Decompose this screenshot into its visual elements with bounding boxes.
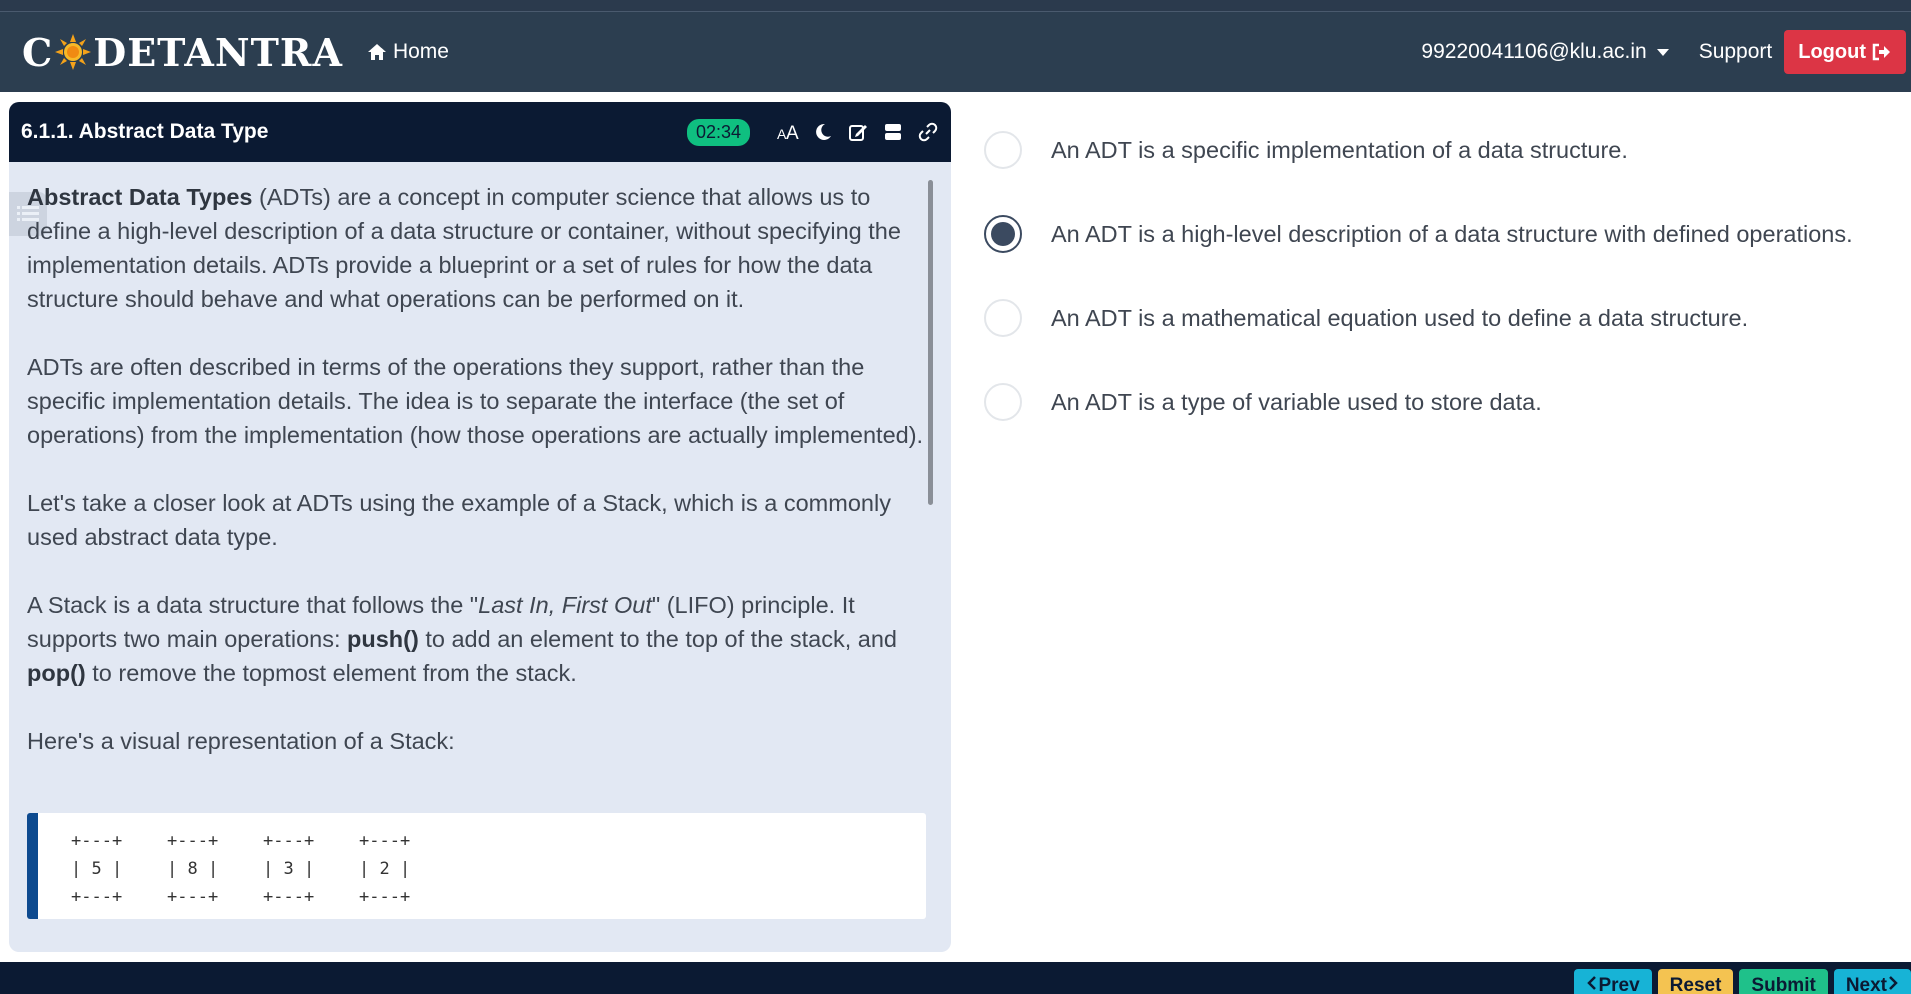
brand-suffix: DETANTRA [93,29,343,75]
home-icon [367,44,386,60]
answer-options: An ADT is a specific implementation of a… [984,108,1894,444]
edit-icon[interactable] [847,121,869,143]
code-border: +---+ [359,887,411,907]
chevron-left-icon [1587,976,1597,990]
option-label: An ADT is a type of variable used to sto… [1051,388,1542,415]
prev-label: Prev [1598,975,1640,994]
lesson-body[interactable]: Abstract Data Types (ADTs) are a concept… [9,162,951,952]
code-border: +---+ [263,887,315,907]
brand-logo[interactable]: C DETANTRA [22,22,343,82]
option-label: An ADT is a mathematical equation used t… [1051,304,1749,331]
pop-op: pop() [27,660,86,686]
navbar: C DETANTRA Home 99220041106@klu.ac.in Su… [0,12,1911,92]
sun-logo-icon [55,34,92,70]
radio-button[interactable] [984,299,1022,337]
content-scrollbar[interactable] [928,180,933,505]
code-row-values: | 5 | | 8 | | 3 | | 2 | [38,855,926,883]
timer-badge: 02:34 [686,118,750,146]
support-link[interactable]: Support [1699,40,1773,64]
user-email: 99220041106@klu.ac.in [1421,40,1647,63]
layout-icon[interactable] [882,121,904,143]
paragraph-stack-example: Let's take a closer look at ADTs using t… [27,490,891,550]
svg-text:A: A [786,123,799,142]
chevron-down-icon [1656,48,1669,56]
next-button[interactable]: Next [1833,969,1911,994]
push-op: push() [347,626,419,652]
logout-button[interactable]: Logout [1784,30,1906,74]
link-icon[interactable] [917,121,939,143]
code-cell: | 3 | [263,859,315,879]
option-label: An ADT is a specific implementation of a… [1051,136,1628,163]
next-label: Next [1845,975,1887,994]
code-cell: | 2 | [359,859,411,879]
lesson-panel: 6.1.1. Abstract Data Type 02:34 A A Abst… [9,102,951,952]
option-label: An ADT is a high-level description of a … [1051,220,1853,247]
lesson-title: 6.1.1. Abstract Data Type [21,120,269,143]
reset-label: Reset [1669,975,1722,994]
option-3[interactable]: An ADT is a mathematical equation used t… [984,276,1894,360]
radio-button[interactable] [984,383,1022,421]
code-cell: | 8 | [167,859,219,879]
code-border: +---+ [71,831,123,851]
option-4[interactable]: An ADT is a type of variable used to sto… [984,360,1894,444]
code-border: +---+ [71,887,123,907]
lifo-text-a: A Stack is a data structure that follows… [27,592,479,618]
top-strip [0,0,1911,12]
user-dropdown[interactable]: 99220041106@klu.ac.in [1421,40,1669,64]
code-border: +---+ [359,831,411,851]
logout-label: Logout [1798,40,1866,63]
radio-button[interactable] [984,131,1022,169]
term-adt: Abstract Data Types [27,184,253,210]
code-cell: | 5 | [71,859,123,879]
font-size-icon[interactable]: A A [777,121,799,143]
code-row-top: +---+ +---+ +---+ +---+ [38,827,926,855]
footer-bar: Prev Reset Submit Next [0,962,1911,994]
submit-label: Submit [1751,975,1816,994]
lesson-content: Abstract Data Types (ADTs) are a concept… [27,180,929,792]
lifo-text-c: to add an element to the top of the stac… [418,626,897,652]
code-border: +---+ [263,831,315,851]
chevron-right-icon [1889,976,1898,990]
paragraph-lifo: A Stack is a data structure that follows… [27,588,929,690]
lifo-italic: Last In, First Out [478,592,652,618]
paragraph-intro: Abstract Data Types (ADTs) are a concept… [27,180,929,316]
home-label: Home [392,40,449,63]
submit-button[interactable]: Submit [1739,969,1828,994]
option-1[interactable]: An ADT is a specific implementation of a… [984,108,1894,192]
paragraph-operations: ADTs are often described in terms of the… [27,354,924,448]
home-link[interactable]: Home [367,40,449,64]
stack-code-block: +---+ +---+ +---+ +---+ | 5 | | 8 | | 3 … [27,813,926,919]
reset-button[interactable]: Reset [1657,969,1734,994]
option-2[interactable]: An ADT is a high-level description of a … [984,192,1894,276]
code-border: +---+ [167,887,219,907]
lifo-text-d: to remove the topmost element from the s… [85,660,577,686]
paragraph-visual: Here's a visual representation of a Stac… [27,728,455,754]
code-row-bottom: +---+ +---+ +---+ +---+ [38,883,926,911]
dark-mode-icon[interactable] [812,121,834,143]
sign-out-icon [1872,43,1890,61]
brand-prefix: C [22,29,54,75]
radio-button[interactable] [984,215,1022,253]
prev-button[interactable]: Prev [1574,969,1652,994]
code-border: +---+ [167,831,219,851]
lesson-header: 6.1.1. Abstract Data Type 02:34 A A [9,102,951,162]
